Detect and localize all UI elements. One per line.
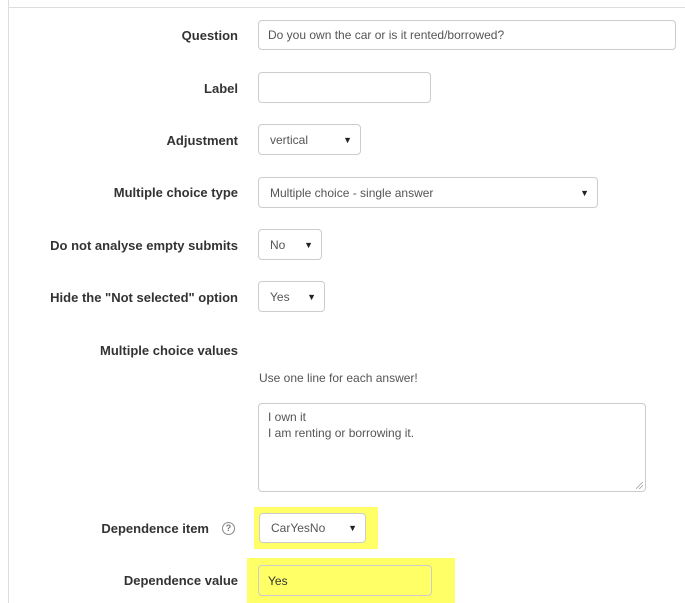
mc-type-label: Multiple choice type: [113, 185, 238, 200]
no-analyse-value: No: [270, 237, 286, 252]
hide-not-selected-value: Yes: [270, 289, 290, 304]
mc-values-textarea[interactable]: [258, 403, 646, 492]
hide-not-selected-select[interactable]: Yes ▼: [258, 281, 325, 312]
mc-type-value: Multiple choice - single answer: [270, 185, 434, 200]
label-input[interactable]: [258, 72, 431, 103]
adjustment-value: vertical: [270, 132, 309, 147]
label-label: Label: [204, 81, 238, 96]
dependence-item-label: Dependence item: [101, 521, 209, 536]
question-label: Question: [181, 28, 238, 43]
top-divider: [8, 7, 685, 8]
mc-values-help: Use one line for each answer!: [259, 371, 418, 385]
adjustment-select[interactable]: vertical ▼: [258, 124, 361, 155]
dependence-value-label: Dependence value: [123, 573, 238, 588]
hide-not-selected-label: Hide the "Not selected" option: [50, 290, 238, 305]
question-input[interactable]: [258, 20, 676, 50]
help-circle-icon[interactable]: ?: [222, 522, 235, 535]
dependence-item-value: CarYesNo: [271, 521, 326, 535]
dependence-value-input[interactable]: [258, 565, 432, 596]
no-analyse-label: Do not analyse empty submits: [50, 238, 238, 253]
no-analyse-select[interactable]: No ▼: [258, 229, 322, 260]
caret-down-icon: ▼: [348, 523, 357, 533]
caret-down-icon: ▼: [580, 187, 589, 198]
adjustment-label: Adjustment: [166, 133, 239, 148]
caret-down-icon: ▼: [304, 239, 313, 250]
caret-down-icon: ▼: [343, 134, 352, 145]
dependence-item-select[interactable]: CarYesNo ▼: [259, 513, 366, 543]
mc-values-label: Multiple choice values: [100, 343, 238, 358]
mc-type-select[interactable]: Multiple choice - single answer ▼: [258, 177, 598, 208]
resize-grip-icon[interactable]: [636, 482, 643, 489]
caret-down-icon: ▼: [307, 291, 316, 302]
